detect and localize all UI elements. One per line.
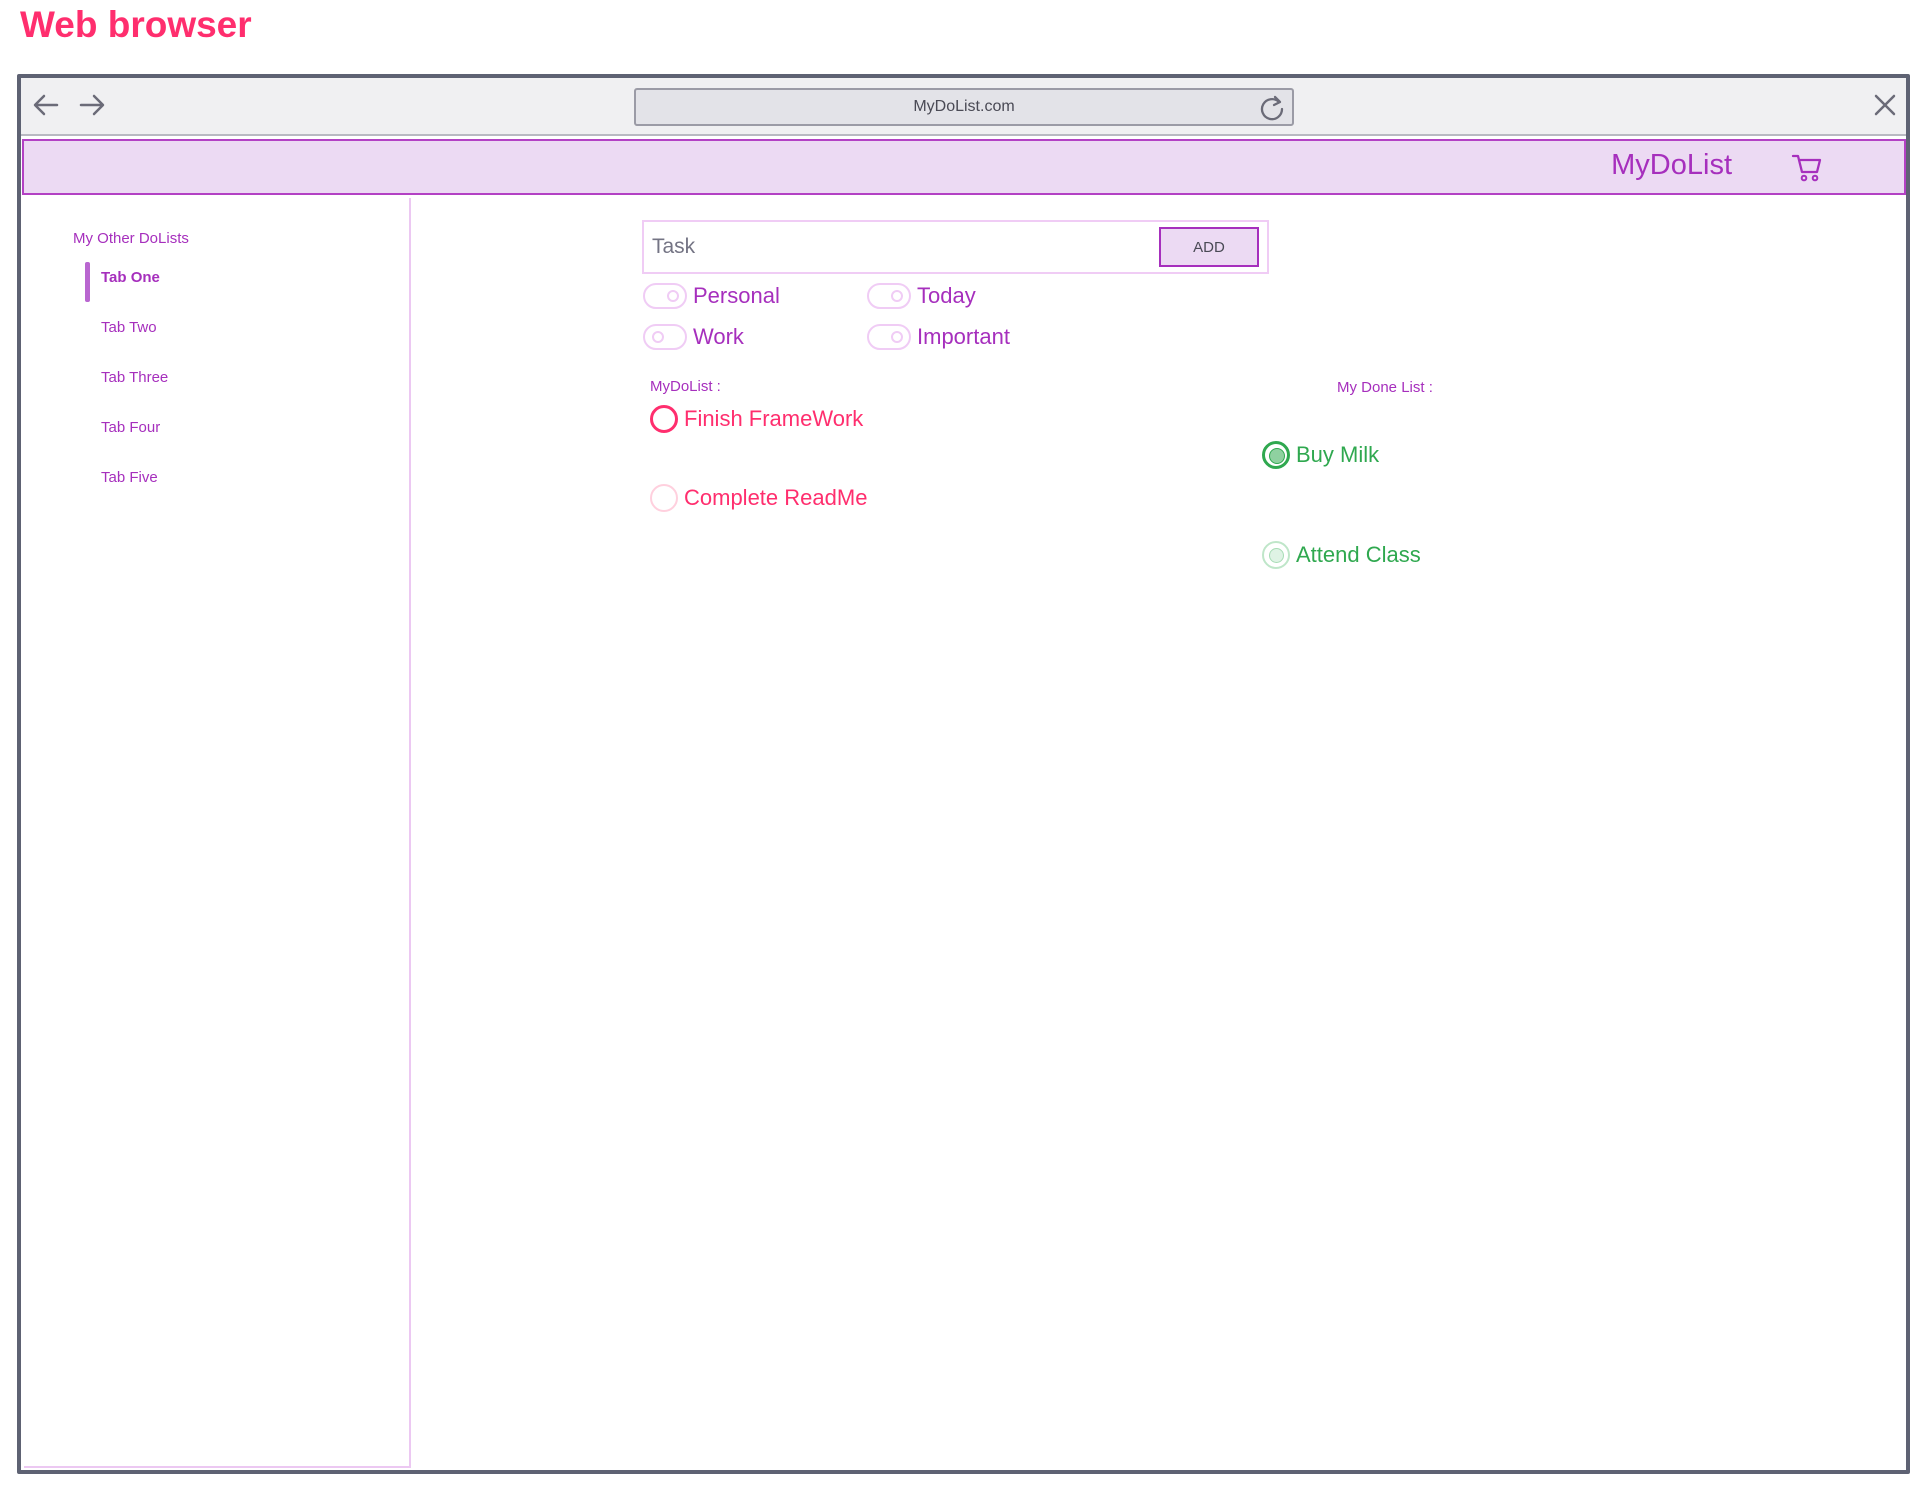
toggle-work[interactable]: Work [643, 324, 744, 350]
browser-toolbar: MyDoList.com [21, 78, 1906, 136]
personal-switch[interactable] [643, 283, 687, 309]
url-text: MyDoList.com [913, 98, 1015, 115]
browser-window: MyDoList.com MyDoList My Other DoLists T… [17, 74, 1910, 1474]
done-list-heading: My Done List : [1337, 379, 1433, 396]
switch-knob [891, 331, 903, 343]
toggle-label: Today [917, 283, 976, 308]
arrow-left-icon[interactable] [31, 90, 61, 120]
radio-dot [1269, 448, 1285, 464]
toggle-important[interactable]: Important [867, 324, 1010, 350]
important-switch[interactable] [867, 324, 911, 350]
todo-item[interactable]: Finish FrameWork [650, 405, 863, 433]
todo-radio[interactable] [650, 405, 678, 433]
address-bar[interactable]: MyDoList.com [634, 88, 1294, 126]
page-title: Web browser [20, 4, 252, 45]
today-switch[interactable] [867, 283, 911, 309]
todo-label: Complete ReadMe [684, 485, 868, 510]
done-item[interactable]: Buy Milk [1262, 441, 1379, 469]
todo-radio[interactable] [650, 484, 678, 512]
radio-dot [1269, 548, 1284, 563]
add-button[interactable]: ADD [1159, 227, 1259, 267]
toggle-today[interactable]: Today [867, 283, 976, 309]
sidebar-item-tab-three[interactable]: Tab Three [101, 365, 168, 390]
done-item[interactable]: Attend Class [1262, 541, 1421, 569]
cart-icon[interactable] [1790, 150, 1824, 184]
switch-knob [667, 290, 679, 302]
task-form: ADD [642, 220, 1269, 274]
sidebar: My Other DoLists Tab One Tab Two Tab Thr… [24, 198, 411, 1468]
toggle-label: Work [693, 324, 744, 349]
switch-knob [652, 331, 664, 343]
reload-icon[interactable] [1258, 94, 1286, 122]
todo-label: Finish FrameWork [684, 406, 864, 431]
toggle-personal[interactable]: Personal [643, 283, 780, 309]
app-header: MyDoList [22, 139, 1906, 195]
done-label: Buy Milk [1296, 442, 1380, 467]
toggle-label: Important [917, 324, 1010, 349]
toggle-label: Personal [693, 283, 780, 308]
work-switch[interactable] [643, 324, 687, 350]
done-label: Attend Class [1296, 542, 1421, 567]
done-radio[interactable] [1262, 541, 1290, 569]
sidebar-item-tab-one[interactable]: Tab One [101, 265, 160, 290]
sidebar-item-tab-four[interactable]: Tab Four [101, 415, 160, 440]
sidebar-item-tab-five[interactable]: Tab Five [101, 465, 158, 490]
todo-item[interactable]: Complete ReadMe [650, 484, 867, 512]
switch-knob [891, 290, 903, 302]
close-icon[interactable] [1872, 92, 1898, 118]
task-input[interactable] [650, 228, 1144, 266]
arrow-right-icon[interactable] [77, 90, 107, 120]
brand-name[interactable]: MyDoList [1611, 149, 1732, 182]
todo-list-heading: MyDoList : [650, 378, 721, 395]
sidebar-item-tab-two[interactable]: Tab Two [101, 315, 157, 340]
sidebar-title: My Other DoLists [73, 230, 189, 247]
done-radio[interactable] [1262, 441, 1290, 469]
active-tab-indicator [85, 262, 90, 302]
